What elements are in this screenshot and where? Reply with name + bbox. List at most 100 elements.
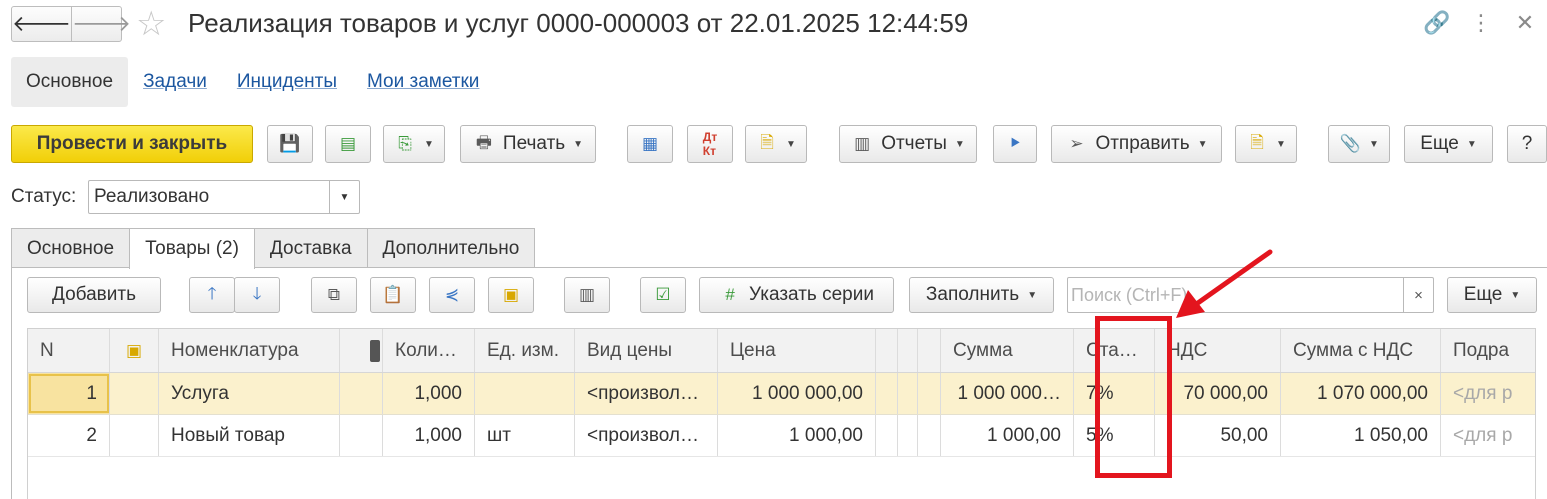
section-main[interactable]: Основное — [11, 57, 129, 107]
cell-sum-with-vat[interactable]: 1 070 000,00 — [1281, 373, 1441, 414]
cell-pick[interactable] — [110, 373, 159, 414]
chevron-down-icon[interactable]: ▼ — [329, 181, 359, 213]
cell-nomenclature[interactable]: Услуга — [159, 373, 340, 414]
cell-vat[interactable]: 70 000,00 — [1155, 373, 1281, 414]
cell-vat[interactable]: 50,00 — [1155, 415, 1281, 456]
column-header-flag[interactable] — [340, 329, 383, 372]
save-button[interactable]: 💾 — [267, 125, 313, 163]
move-up-button[interactable]: 🡑 — [189, 277, 235, 313]
table-row[interactable]: 1 Услуга 1,000 <произвол… 1 000 000,00 1… — [28, 373, 1535, 415]
table-more-button[interactable]: Еще ▼ — [1447, 277, 1537, 313]
cell-department[interactable]: <для р — [1441, 415, 1521, 456]
tab-additional[interactable]: Дополнительно — [366, 228, 536, 268]
cell-sum[interactable]: 1 000,00 — [941, 415, 1074, 456]
cell-quantity[interactable]: 1,000 — [383, 415, 475, 456]
split-row-button[interactable]: ⋞ — [429, 277, 475, 313]
cell-blank-3[interactable] — [918, 415, 941, 456]
specify-series-button[interactable]: # Указать серии — [699, 277, 894, 313]
add-row-button[interactable]: Добавить — [27, 277, 161, 313]
column-header-department[interactable]: Подра — [1441, 329, 1521, 372]
search-input[interactable] — [1068, 278, 1403, 312]
check-button[interactable]: ☑ — [640, 277, 686, 313]
post-button[interactable]: ▤ — [325, 125, 371, 163]
attach-files-button[interactable]: 📎 ▼ — [1328, 125, 1390, 163]
close-icon[interactable]: ✕ — [1503, 8, 1547, 38]
column-header-price[interactable]: Цена — [718, 329, 876, 372]
send-icon: ➢ — [1069, 134, 1084, 153]
column-header-unit[interactable]: Ед. изм. — [475, 329, 575, 372]
back-arrow-icon[interactable]: 🡐 — [12, 7, 72, 41]
help-button[interactable]: ? — [1507, 125, 1547, 163]
table-row[interactable]: 2 Новый товар 1,000 шт <произвол… 1 000,… — [28, 415, 1535, 457]
cell-unit[interactable] — [475, 373, 575, 414]
cell-price-type[interactable]: <произвол… — [575, 373, 718, 414]
post-document-icon: ▤ — [339, 134, 357, 153]
column-header-price-type[interactable]: Вид цены — [575, 329, 718, 372]
edo-button[interactable]: ⯈ — [993, 125, 1037, 163]
cell-blank-1[interactable] — [876, 373, 898, 414]
section-incidents[interactable]: Инциденты — [222, 57, 352, 107]
clear-search-icon[interactable]: × — [1403, 278, 1433, 312]
status-select[interactable]: Реализовано ▼ — [88, 180, 360, 214]
forward-arrow-icon[interactable]: 🡒 — [72, 7, 131, 41]
cell-price[interactable]: 1 000,00 — [718, 415, 876, 456]
structure-button[interactable]: 🗎 ▼ — [745, 125, 807, 163]
cell-pick[interactable] — [110, 415, 159, 456]
document-clock-icon: 🗎 — [1250, 132, 1264, 152]
journal-button[interactable]: ▦ — [627, 125, 673, 163]
printer-icon: 🖶 — [475, 132, 492, 152]
print-button[interactable]: 🖶 Печать ▼ — [460, 125, 596, 163]
section-navigation: Основное Задачи Инциденты Мои заметки — [11, 57, 494, 107]
cell-flag[interactable] — [340, 415, 383, 456]
column-header-blank-1[interactable] — [876, 329, 898, 372]
cell-n[interactable]: 1 — [28, 373, 110, 414]
column-header-blank-3[interactable] — [918, 329, 941, 372]
move-down-button[interactable]: 🡓 — [234, 277, 280, 313]
link-icon[interactable]: 🔗 — [1415, 8, 1459, 38]
reports-button[interactable]: ▥ Отчеты ▼ — [839, 125, 977, 163]
cell-department[interactable]: <для р — [1441, 373, 1521, 414]
cell-nomenclature[interactable]: Новый товар — [159, 415, 340, 456]
section-notes[interactable]: Мои заметки — [352, 57, 494, 107]
send-button[interactable]: ➢ Отправить ▼ — [1051, 125, 1222, 163]
cell-blank-2[interactable] — [898, 373, 918, 414]
create-based-on-button[interactable]: ⎘ ▼ — [383, 125, 445, 163]
more-vertical-icon[interactable]: ⋮ — [1459, 8, 1503, 38]
cell-price-type[interactable]: <произвол… — [575, 415, 718, 456]
tab-delivery[interactable]: Доставка — [253, 228, 368, 268]
paste-row-button[interactable]: 📋 — [370, 277, 416, 313]
cell-sum-with-vat[interactable]: 1 050,00 — [1281, 415, 1441, 456]
fill-button[interactable]: Заполнить ▼ — [909, 277, 1054, 313]
column-header-sum[interactable]: Сумма — [941, 329, 1074, 372]
column-header-n[interactable]: N — [28, 329, 110, 372]
post-and-close-button[interactable]: Провести и закрыть — [11, 125, 253, 163]
chevron-down-icon: ▼ — [954, 138, 965, 150]
barcode-button[interactable]: ▥ — [564, 277, 610, 313]
tab-main[interactable]: Основное — [11, 228, 131, 268]
cell-quantity[interactable]: 1,000 — [383, 373, 475, 414]
cell-n[interactable]: 2 — [28, 415, 110, 456]
cell-blank-2[interactable] — [898, 415, 918, 456]
copy-row-button[interactable]: ⧉ — [311, 277, 357, 313]
cell-blank-1[interactable] — [876, 415, 898, 456]
dt-kt-button[interactable]: Дт Кт — [687, 125, 733, 163]
cell-blank-3[interactable] — [918, 373, 941, 414]
pick-folder-icon: ▣ — [502, 285, 520, 304]
column-header-blank-2[interactable] — [898, 329, 918, 372]
arrow-up-icon: 🡑 — [207, 283, 217, 303]
column-header-pick[interactable]: ▣ — [110, 329, 159, 372]
cell-flag[interactable] — [340, 373, 383, 414]
pick-button[interactable]: ▣ — [488, 277, 534, 313]
column-header-quantity[interactable]: Коли… — [383, 329, 475, 372]
cell-unit[interactable]: шт — [475, 415, 575, 456]
cell-price[interactable]: 1 000 000,00 — [718, 373, 876, 414]
more-button[interactable]: Еще ▼ — [1404, 125, 1493, 163]
cell-sum[interactable]: 1 000 000… — [941, 373, 1074, 414]
section-tasks[interactable]: Задачи — [128, 57, 222, 107]
column-header-sum-with-vat[interactable]: Сумма с НДС — [1281, 329, 1441, 372]
column-header-nomenclature[interactable]: Номенклатура — [159, 329, 340, 372]
column-header-vat[interactable]: НДС — [1155, 329, 1281, 372]
attachment-doc-button[interactable]: 🗎 ▼ — [1235, 125, 1297, 163]
favorite-star-icon[interactable]: ☆ — [136, 4, 166, 44]
tab-goods[interactable]: Товары (2) — [129, 228, 255, 269]
